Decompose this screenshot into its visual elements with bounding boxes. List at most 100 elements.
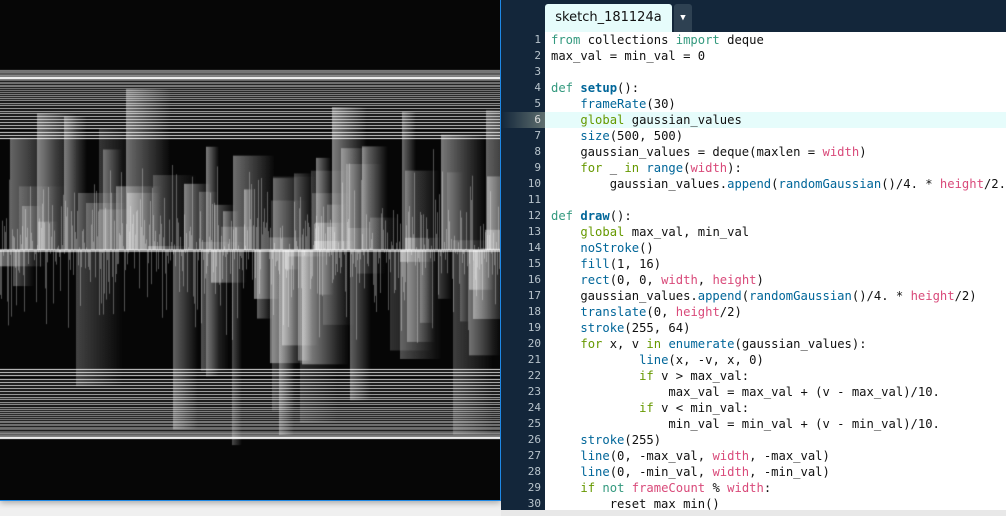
- code-token: v < min_val:: [653, 401, 750, 415]
- code-line[interactable]: if v < min_val:: [545, 400, 1006, 416]
- code-line[interactable]: rect(0, 0, width, height): [545, 272, 1006, 288]
- code-token: _: [602, 161, 625, 175]
- code-line[interactable]: if v > max_val:: [545, 368, 1006, 384]
- line-number: 15: [527, 257, 541, 270]
- code-line[interactable]: line(0, -min_val, width, -min_val): [545, 464, 1006, 480]
- code-token: append: [697, 289, 742, 303]
- code-line[interactable]: global gaussian_values: [545, 112, 1006, 128]
- line-number: 20: [527, 337, 541, 350]
- line-number: 11: [527, 193, 541, 206]
- line-number: 18: [527, 305, 541, 318]
- line-number: 9: [534, 161, 541, 174]
- code-token: deque: [719, 33, 764, 47]
- code-line[interactable]: max_val = max_val + (v - max_val)/10.: [545, 384, 1006, 400]
- code-token: , -min_val): [749, 465, 830, 479]
- line-number: 10: [527, 177, 541, 190]
- code-editor: sketch_181124a ▼ 1 2 3 4 5 6 7 8 9 10 11 12 13 14 15 16…: [501, 0, 1006, 516]
- code-line[interactable]: for x, v in enumerate(gaussian_values):: [545, 336, 1006, 352]
- code-line[interactable]: line(x, -v, x, 0): [545, 352, 1006, 368]
- code-area[interactable]: from collections import deque max_val = m…: [545, 32, 1006, 510]
- code-line[interactable]: if not frameCount % width:: [545, 480, 1006, 496]
- line-number: 7: [534, 129, 541, 142]
- code-token: randomGaussian: [749, 289, 852, 303]
- code-token: ): [859, 145, 867, 159]
- code-line[interactable]: global max_val, min_val: [545, 224, 1006, 240]
- code-token: ()/4. *: [881, 177, 940, 191]
- code-token: width: [661, 273, 698, 287]
- line-number: 5: [534, 97, 541, 110]
- code-line[interactable]: def setup():: [545, 80, 1006, 96]
- code-line[interactable]: def draw():: [545, 208, 1006, 224]
- code-token: from: [551, 33, 581, 47]
- code-token: def: [551, 209, 574, 223]
- code-token: height: [939, 177, 984, 191]
- code-token: for: [580, 337, 603, 351]
- code-token: (x, -v, x, 0): [668, 353, 764, 367]
- code-line[interactable]: stroke(255): [545, 432, 1006, 448]
- line-number-gutter: 1 2 3 4 5 6 7 8 9 10 11 12 13 14 15 16 17 18 19 20 21 22 23 24 2…: [501, 32, 545, 510]
- line-number: 25: [527, 417, 541, 430]
- line-number: 13: [527, 225, 541, 238]
- code-token: range: [646, 161, 684, 175]
- code-token: (0,: [646, 305, 676, 319]
- code-token: enumerate: [668, 337, 735, 351]
- code-line[interactable]: reset_max_min(): [545, 496, 1006, 510]
- code-line[interactable]: for _ in range(width):: [545, 160, 1006, 176]
- code-token: in: [624, 161, 640, 175]
- code-token: stroke: [580, 321, 625, 335]
- tab-sketch[interactable]: sketch_181124a: [545, 4, 672, 32]
- sketch-output-canvas[interactable]: [0, 0, 501, 501]
- code-line[interactable]: [545, 64, 1006, 80]
- tab-menu-button[interactable]: ▼: [674, 4, 692, 32]
- code-line[interactable]: noStroke(): [545, 240, 1006, 256]
- code-line[interactable]: gaussian_values = deque(maxlen = width): [545, 144, 1006, 160]
- code-line[interactable]: from collections import deque: [545, 32, 1006, 48]
- code-line[interactable]: gaussian_values.append(randomGaussian()/…: [545, 288, 1006, 304]
- code-token: if: [580, 481, 596, 495]
- line-number: 28: [527, 465, 541, 478]
- line-number: 29: [527, 481, 541, 494]
- code-token: for: [580, 161, 603, 175]
- code-line[interactable]: size(500, 500): [545, 128, 1006, 144]
- code-token: ):: [727, 161, 742, 175]
- code-line[interactable]: gaussian_values.append(randomGaussian()/…: [545, 176, 1006, 192]
- line-number: 8: [534, 145, 541, 158]
- code-token: ()/4. *: [851, 289, 911, 303]
- code-line[interactable]: stroke(255, 64): [545, 320, 1006, 336]
- code-line[interactable]: min_val = min_val + (v - min_val)/10.: [545, 416, 1006, 432]
- code-token: (1, 16): [609, 257, 662, 271]
- line-number: 4: [534, 81, 541, 94]
- code-token: line: [639, 353, 669, 367]
- code-token: x, v: [602, 337, 647, 351]
- code-token: gaussian_values.: [551, 177, 728, 191]
- code-line[interactable]: frameRate(30): [545, 96, 1006, 112]
- code-token: fill: [580, 257, 610, 271]
- code-line[interactable]: fill(1, 16): [545, 256, 1006, 272]
- code-token: line: [580, 449, 610, 463]
- horizontal-scrollbar[interactable]: [501, 510, 1006, 516]
- code-line[interactable]: translate(0, height/2): [545, 304, 1006, 320]
- code-token: randomGaussian: [778, 177, 882, 191]
- code-line[interactable]: line(0, -max_val, width, -max_val): [545, 448, 1006, 464]
- code-token: max_val = max_val + (v - max_val)/10.: [551, 385, 940, 399]
- line-number: 14: [527, 241, 541, 254]
- code-line[interactable]: [545, 192, 1006, 208]
- code-token: draw: [580, 209, 610, 223]
- code-token: size: [580, 129, 610, 143]
- code-token: gaussian_values: [624, 113, 742, 127]
- code-line[interactable]: max_val = min_val = 0: [545, 48, 1006, 64]
- code-token: (0, -max_val,: [609, 449, 713, 463]
- code-token: gaussian_values = deque(maxlen =: [551, 145, 823, 159]
- line-number: 26: [527, 433, 541, 446]
